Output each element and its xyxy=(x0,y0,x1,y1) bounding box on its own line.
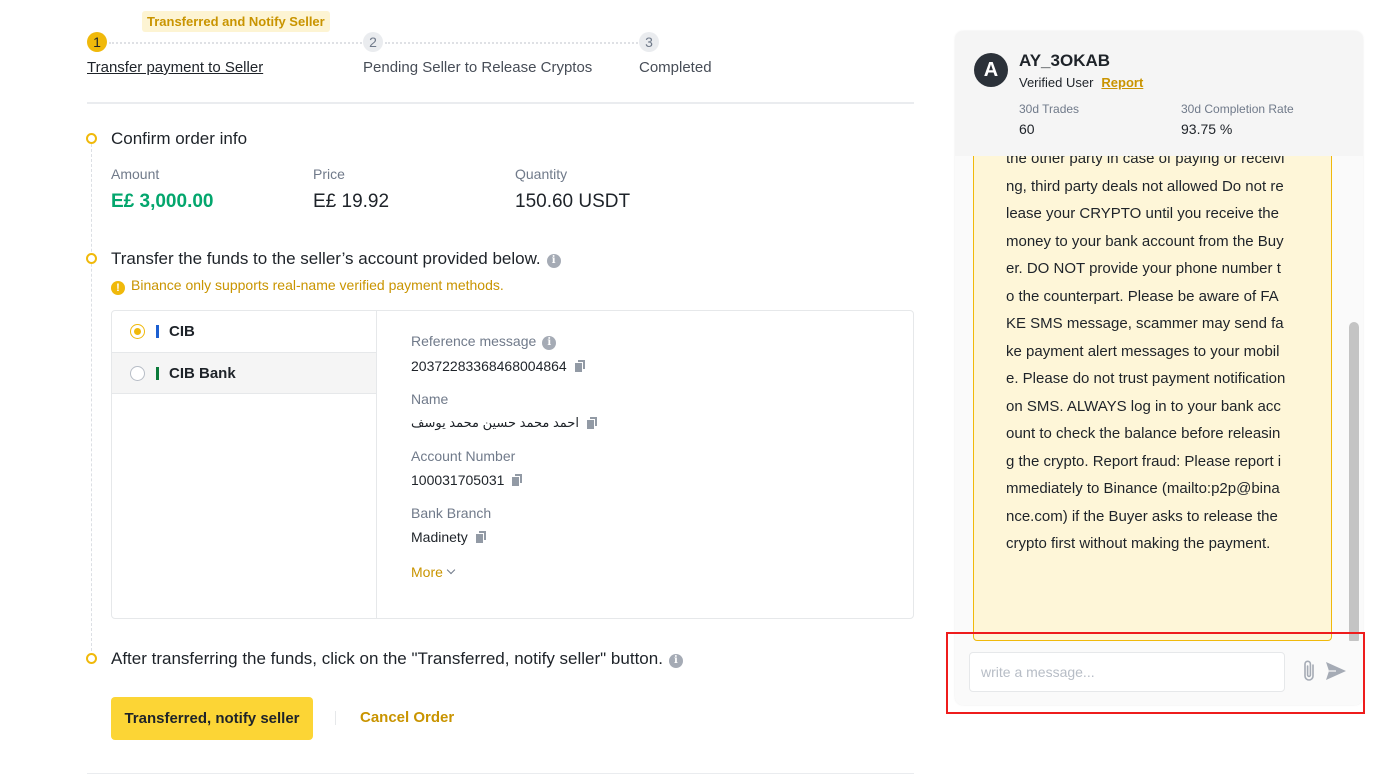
price-field: Price E£ 19.92 xyxy=(313,166,389,213)
payment-details: Reference message i 20372283368468004864 … xyxy=(411,333,598,582)
message-input[interactable] xyxy=(969,652,1285,692)
report-link[interactable]: Report xyxy=(1101,75,1143,90)
reference-message-field: Reference message i 20372283368468004864 xyxy=(411,333,598,374)
order-stepper: Transferred and Notify Seller 1 Transfer… xyxy=(87,10,767,90)
payment-method-panel: CIB CIB Bank Reference message i 20372283… xyxy=(111,310,914,619)
timeline-dot xyxy=(86,653,97,664)
step-connector xyxy=(109,42,362,44)
trades-stat: 30d Trades 60 xyxy=(1019,102,1079,137)
step-label: Completed xyxy=(639,59,712,76)
bank-branch-field: Bank Branch Madinety xyxy=(411,505,598,545)
branch-value: Madinety xyxy=(411,529,468,545)
after-transfer-title: After transferring the funds, click on t… xyxy=(111,649,683,669)
reference-value-row: 20372283368468004864 xyxy=(411,358,598,374)
quantity-value: 150.60 USDT xyxy=(515,191,631,212)
price-value: E£ 19.92 xyxy=(313,191,390,212)
branch-value-row: Madinety xyxy=(411,529,598,545)
step-label: Transfer payment to Seller xyxy=(87,59,264,76)
method-name: CIB xyxy=(169,323,195,340)
transferred-notify-seller-button[interactable]: Transferred, notify seller xyxy=(111,697,313,740)
trades-label: 30d Trades xyxy=(1019,102,1080,116)
chat-composer xyxy=(955,641,1363,705)
amount-value: E£ 3,000.00 xyxy=(111,191,214,212)
timeline-dot xyxy=(86,253,97,264)
message-text: the other party in case of paying or rec… xyxy=(1006,156,1286,552)
method-name: CIB Bank xyxy=(169,364,236,382)
amount-field: Amount E£ 3,000.00 xyxy=(111,166,213,213)
timeline-line xyxy=(91,144,92,656)
reference-label: Reference message i xyxy=(411,333,598,350)
name-value-row: احمد محمد حسين محمد يوسف xyxy=(411,415,598,431)
verified-text: Verified User xyxy=(1019,75,1094,90)
more-label: More xyxy=(411,564,443,580)
transfer-funds-title: Transfer the funds to the seller’s accou… xyxy=(111,249,561,269)
payment-method-cib[interactable]: CIB xyxy=(112,311,376,352)
method-color-bar xyxy=(156,325,159,338)
chat-panel: A AY_3OKAB Verified User Report 30d Trade… xyxy=(955,31,1363,705)
divider xyxy=(87,773,914,774)
step-1: 1 Transfer payment to Seller xyxy=(87,32,263,76)
button-separator xyxy=(335,711,336,725)
real-name-warning: ! Binance only supports real-name verifie… xyxy=(111,277,504,295)
chevron-down-icon xyxy=(446,565,456,575)
payment-method-list: CIB CIB Bank xyxy=(112,311,377,618)
copy-icon[interactable] xyxy=(512,474,523,486)
after-transfer-text: After transferring the funds, click on t… xyxy=(111,649,663,668)
cancel-order-button[interactable]: Cancel Order xyxy=(360,709,454,726)
verified-status: Verified User Report xyxy=(1019,75,1143,90)
chat-header: A AY_3OKAB Verified User Report 30d Trade… xyxy=(955,31,1363,156)
reference-value: 20372283368468004864 xyxy=(411,358,567,374)
copy-icon[interactable] xyxy=(586,417,598,429)
completion-value: 93.75 % xyxy=(1181,121,1233,137)
name-field: Name احمد محمد حسين محمد يوسف xyxy=(411,391,598,431)
info-icon[interactable]: i xyxy=(546,254,561,268)
quantity-field: Quantity 150.60 USDT xyxy=(515,166,630,213)
divider xyxy=(87,102,914,104)
trades-value: 60 xyxy=(1019,121,1035,137)
completion-label: 30d Completion Rate xyxy=(1181,102,1294,116)
info-icon[interactable]: i xyxy=(542,336,557,350)
account-value-row: 100031705031 xyxy=(411,472,598,488)
radio-selected[interactable] xyxy=(130,324,145,339)
paperclip-icon[interactable] xyxy=(1302,659,1316,688)
chat-messages: the other party in case of paying or rec… xyxy=(955,156,1363,641)
system-message: the other party in case of paying or rec… xyxy=(973,156,1332,641)
radio-unselected[interactable] xyxy=(130,365,145,381)
more-button[interactable]: More xyxy=(411,564,456,580)
timeline-dot xyxy=(86,133,97,144)
branch-label: Bank Branch xyxy=(411,505,492,521)
method-color-bar xyxy=(156,366,159,380)
step-2: 2 Pending Seller to Release Cryptos xyxy=(363,32,592,76)
chat-scrollbar[interactable] xyxy=(1349,322,1359,641)
completion-rate-stat: 30d Completion Rate 93.75 % xyxy=(1181,102,1294,137)
reference-label-text: Reference message xyxy=(411,333,537,349)
confirm-order-title: Confirm order info xyxy=(111,129,248,148)
payment-method-cib-bank[interactable]: CIB Bank xyxy=(112,352,377,394)
account-value: 100031705031 xyxy=(411,472,505,488)
transfer-funds-text: Transfer the funds to the seller’s accou… xyxy=(111,249,541,268)
price-label: Price xyxy=(313,166,345,182)
current-step-badge: Transferred and Notify Seller xyxy=(142,11,330,32)
amount-label: Amount xyxy=(111,166,160,182)
account-number-field: Account Number 100031705031 xyxy=(411,448,598,488)
exclamation-icon: ! xyxy=(111,281,125,295)
step-number: 2 xyxy=(363,32,383,52)
warning-text: Binance only supports real-name verified… xyxy=(131,277,504,293)
step-label: Pending Seller to Release Cryptos xyxy=(363,59,593,76)
counterparty-username: AY_3OKAB xyxy=(1019,51,1111,70)
info-icon[interactable]: i xyxy=(668,654,683,668)
step-3: 3 Completed xyxy=(639,32,712,76)
quantity-label: Quantity xyxy=(515,166,568,182)
copy-icon[interactable] xyxy=(574,360,586,372)
step-number: 1 xyxy=(87,32,107,52)
step-connector xyxy=(385,42,638,44)
avatar: A xyxy=(974,53,1008,87)
name-label: Name xyxy=(411,391,449,407)
name-value: احمد محمد حسين محمد يوسف xyxy=(411,415,579,430)
send-icon[interactable] xyxy=(1326,662,1346,685)
copy-icon[interactable] xyxy=(475,531,487,543)
account-label: Account Number xyxy=(411,448,516,464)
step-number: 3 xyxy=(639,32,659,52)
